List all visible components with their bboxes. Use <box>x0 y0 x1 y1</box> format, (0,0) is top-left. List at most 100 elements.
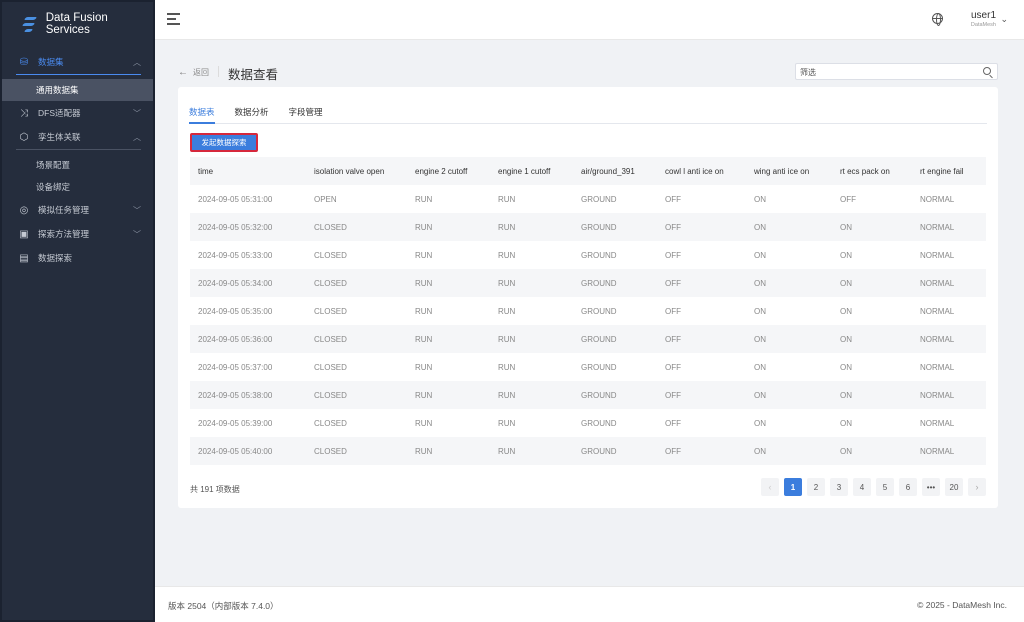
chevron-down-icon[interactable]: ⌄ <box>1000 14 1008 25</box>
table-cell: RUN <box>498 362 516 372</box>
sidebar-subitem[interactable]: 通用数据集 <box>2 79 153 101</box>
column-header[interactable]: time <box>190 157 306 185</box>
table-row[interactable]: 2024-09-05 05:35:00 CLOSED RUN RUN GROUND OFF… <box>190 297 986 325</box>
page-button[interactable]: 20 <box>945 478 963 496</box>
sidebar-item[interactable]: ◎ 模拟任务管理 ﹀ <box>2 198 153 222</box>
divider <box>218 66 219 77</box>
table-cell: 2024-09-05 05:33:00 <box>198 250 273 260</box>
table-cell: ON <box>746 213 832 241</box>
table-cell: OFF <box>657 381 746 409</box>
table-cell: NORMAL <box>920 362 955 372</box>
table-row[interactable]: 2024-09-05 05:34:00 CLOSED RUN RUN GROUND OFF… <box>190 269 986 297</box>
sidebar-subitem[interactable]: 设备绑定 <box>2 176 153 198</box>
table-cell: RUN <box>407 213 490 241</box>
table-cell: GROUND <box>581 362 617 372</box>
table-cell: RUN <box>490 269 573 297</box>
table-cell: OFF <box>665 362 681 372</box>
table-cell: ON <box>754 306 766 316</box>
sidebar-item[interactable]: ▤ 数据探索 <box>2 246 153 270</box>
table-cell: 2024-09-05 05:34:00 <box>190 269 306 297</box>
sidebar-item-label: 探索方法管理 <box>38 229 90 239</box>
table-cell: NORMAL <box>912 437 986 465</box>
column-header[interactable]: air/ground_391 <box>573 157 657 185</box>
chevron-down-icon: ﹀ <box>133 108 141 118</box>
table-cell: RUN <box>490 325 573 353</box>
table-row[interactable]: 2024-09-05 05:38:00 CLOSED RUN RUN GROUND OFF… <box>190 381 986 409</box>
column-header[interactable]: engine 2 cutoff <box>407 157 490 185</box>
sidebar-item-label: 模拟任务管理 <box>38 205 90 215</box>
tab-bar: 数据表 数据分析 字段管理 <box>189 104 987 124</box>
table-row[interactable]: 2024-09-05 05:36:00 CLOSED RUN RUN GROUND OFF… <box>190 325 986 353</box>
table-cell: RUN <box>415 194 433 204</box>
sidebar-subitem[interactable]: 场景配置 <box>2 154 153 176</box>
language-globe-icon[interactable] <box>932 13 943 26</box>
more-pages-button[interactable]: ••• <box>922 478 940 496</box>
sidebar-item[interactable]: ⛁ 数据集 ︿ <box>2 50 153 74</box>
tab[interactable]: 数据分析 <box>235 104 269 123</box>
page-button[interactable]: 4 <box>853 478 871 496</box>
table-cell: RUN <box>498 194 516 204</box>
table-cell: OFF <box>665 194 681 204</box>
top-header: user1 DataMesh ⌄ <box>155 0 1024 40</box>
column-header[interactable]: rt engine fail <box>912 157 986 185</box>
data-table: time isolation valve open engine 2 cutoff e… <box>190 157 986 465</box>
table-cell: CLOSED <box>306 437 407 465</box>
table-cell: NORMAL <box>912 213 986 241</box>
table-cell: ON <box>840 362 852 372</box>
page-button[interactable]: 6 <box>899 478 917 496</box>
next-page-button[interactable]: › <box>968 478 986 496</box>
tab[interactable]: 字段管理 <box>289 104 323 123</box>
table-row[interactable]: 2024-09-05 05:33:00 CLOSED RUN RUN GROUND OFF… <box>190 241 986 269</box>
page-button[interactable]: 3 <box>830 478 848 496</box>
table-cell: ON <box>754 418 766 428</box>
table-cell: CLOSED <box>314 418 347 428</box>
table-cell: CLOSED <box>314 362 347 372</box>
column-header[interactable]: engine 1 cutoff <box>490 157 573 185</box>
table-cell: 2024-09-05 05:40:00 <box>190 437 306 465</box>
column-header[interactable]: isolation valve open <box>306 157 407 185</box>
page-button[interactable]: 2 <box>807 478 825 496</box>
table-row[interactable]: 2024-09-05 05:32:00 CLOSED RUN RUN GROUND OFF… <box>190 213 986 241</box>
column-header[interactable]: rt ecs pack on <box>832 157 912 185</box>
page-button[interactable]: 1 <box>784 478 802 496</box>
tab[interactable]: 数据表 <box>189 104 215 124</box>
page-button[interactable]: 5 <box>876 478 894 496</box>
table-cell: RUN <box>490 213 573 241</box>
table-row[interactable]: 2024-09-05 05:31:00 OPEN RUN RUN GROUND OFF ON… <box>190 185 986 213</box>
start-data-explore-button[interactable]: 发起数据探索 <box>190 133 258 152</box>
sidebar-item[interactable]: ⬡ 孪生体关联 ︿ <box>2 125 153 149</box>
table-cell: ON <box>754 250 766 260</box>
table-cell: ON <box>840 306 852 316</box>
user-org: DataMesh <box>970 22 996 28</box>
back-link[interactable]: ← 返回 <box>178 67 209 78</box>
chevron-up-icon: ︿ <box>133 57 141 67</box>
table-row[interactable]: 2024-09-05 05:37:00 CLOSED RUN RUN GROUND OFF… <box>190 353 986 381</box>
prev-page-button[interactable]: ‹ <box>761 478 779 496</box>
filter-input[interactable] <box>796 65 976 80</box>
search-icon[interactable] <box>983 67 991 75</box>
filter-search-box <box>795 63 998 80</box>
simulation-icon: ◎ <box>19 204 29 216</box>
menu-toggle-icon[interactable] <box>167 13 180 28</box>
table-cell: NORMAL <box>920 418 955 428</box>
table-cell: GROUND <box>573 325 657 353</box>
column-header[interactable]: cowl l anti ice on <box>657 157 746 185</box>
table-cell: RUN <box>490 437 573 465</box>
shuffle-icon: ⤨ <box>20 107 28 119</box>
sidebar-item[interactable]: ⤨ DFS适配器 ﹀ <box>2 101 153 125</box>
app-logo[interactable]: Data Fusion Services <box>2 2 153 46</box>
table-cell: RUN <box>415 306 433 316</box>
table-cell: ON <box>832 213 912 241</box>
back-label: 返回 <box>193 68 209 77</box>
sidebar-item[interactable]: ▣ 探索方法管理 ﹀ <box>2 222 153 246</box>
table-cell: OPEN <box>314 194 337 204</box>
table-cell: ON <box>746 437 832 465</box>
table-cell: ON <box>746 381 832 409</box>
table-cell: ON <box>832 381 912 409</box>
table-row[interactable]: 2024-09-05 05:40:00 CLOSED RUN RUN GROUND OFF… <box>190 437 986 465</box>
table-cell: RUN <box>407 325 490 353</box>
table-row[interactable]: 2024-09-05 05:39:00 CLOSED RUN RUN GROUND OFF… <box>190 409 986 437</box>
pagination: ‹ 1 2 3 4 5 6 ••• 20 › <box>761 478 986 496</box>
user-menu[interactable]: user1 DataMesh <box>971 10 996 28</box>
column-header[interactable]: wing anti ice on <box>746 157 832 185</box>
